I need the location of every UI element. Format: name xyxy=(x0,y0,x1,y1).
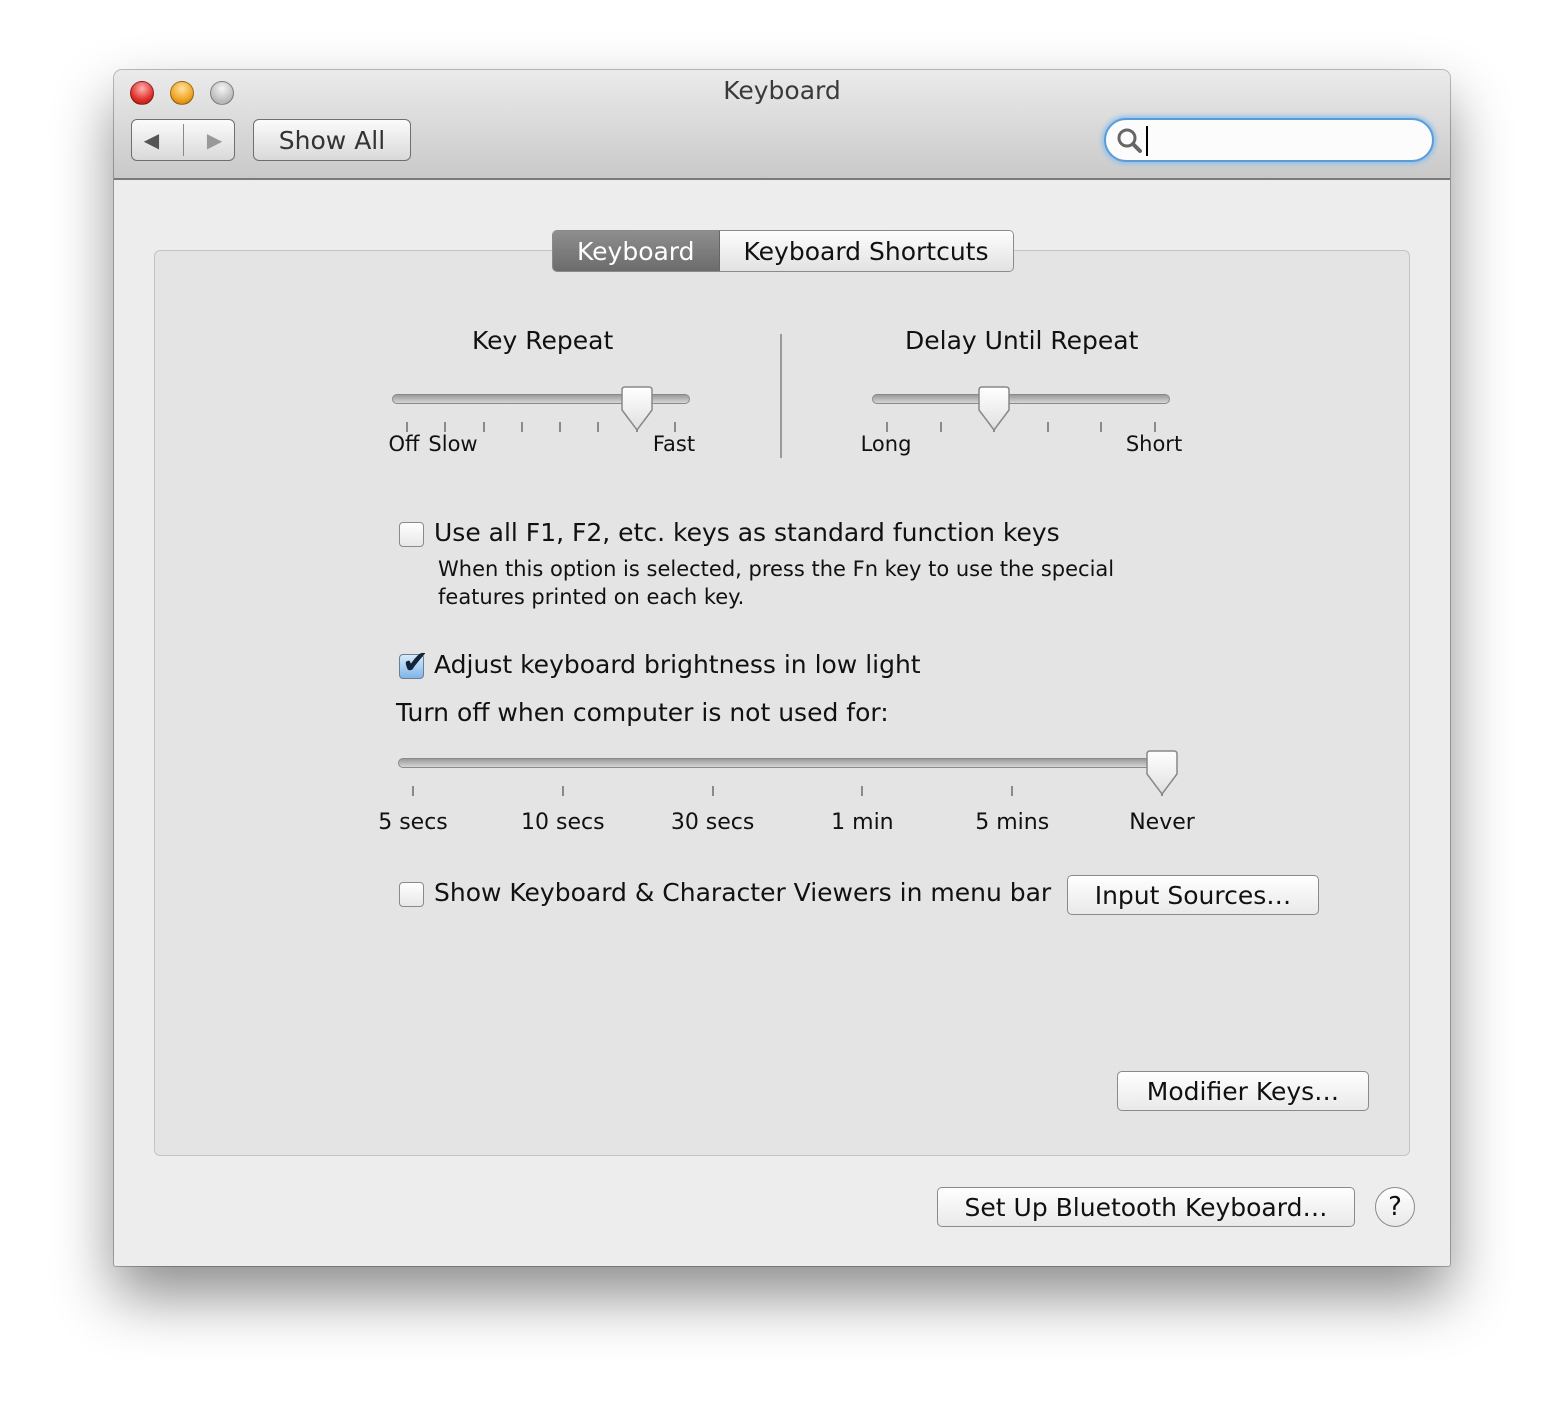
window-title: Keyboard xyxy=(723,76,841,105)
delay-label-long: Long xyxy=(860,432,912,456)
brightness-label: Adjust keyboard brightness in low light xyxy=(434,650,921,679)
slider-tick xyxy=(939,422,942,432)
delay-until-repeat-title: Delay Until Repeat xyxy=(905,326,1139,355)
turn-off-label: Turn off when computer is not used for: xyxy=(396,698,889,727)
tab-bar: Keyboard Keyboard Shortcuts xyxy=(552,230,1014,272)
help-button[interactable]: ? xyxy=(1375,1187,1415,1227)
set-up-bluetooth-keyboard-button[interactable]: Set Up Bluetooth Keyboard… xyxy=(937,1187,1355,1227)
show-viewers-label: Show Keyboard & Character Viewers in men… xyxy=(434,878,1052,907)
fn-keys-checkbox[interactable] xyxy=(399,522,424,547)
slider-tick xyxy=(482,422,485,432)
slider-tick xyxy=(444,422,447,432)
turn-off-tick-label: 5 mins xyxy=(975,810,1050,835)
turn-off-slider[interactable] xyxy=(398,750,1178,810)
slider-tick xyxy=(1011,786,1014,796)
checkmark-icon: ✔ xyxy=(402,643,429,681)
turn-off-tick-label: Never xyxy=(1129,810,1195,835)
slider-track[interactable] xyxy=(398,758,1177,768)
key-repeat-title: Key Repeat xyxy=(472,326,614,355)
slider-thumb[interactable] xyxy=(620,386,653,432)
forward-arrow-icon[interactable]: ▶ xyxy=(207,128,222,152)
turn-off-tick-label: 1 min xyxy=(831,810,894,835)
slider-tick xyxy=(1046,422,1049,432)
slider-track[interactable] xyxy=(872,394,1170,404)
slider-tick xyxy=(412,786,414,796)
tab-keyboard-shortcuts[interactable]: Keyboard Shortcuts xyxy=(719,231,1013,271)
turn-off-tick-label: 30 secs xyxy=(670,810,755,835)
slider-tick xyxy=(559,422,562,432)
slider-tick xyxy=(1154,422,1156,432)
back-arrow-icon[interactable]: ◀ xyxy=(144,128,159,152)
slider-tick xyxy=(674,422,676,432)
slider-tick xyxy=(1100,422,1103,432)
fn-keys-description-2: features printed on each key. xyxy=(438,585,745,609)
back-forward-control: ◀ ▶ xyxy=(131,119,235,161)
slider-tick xyxy=(520,422,523,432)
key-repeat-label-slow: Slow xyxy=(428,432,478,456)
fn-keys-description: When this option is selected, press the … xyxy=(438,557,1115,581)
turn-off-tick-label: 10 secs xyxy=(521,810,605,835)
slider-thumb[interactable] xyxy=(1146,750,1178,796)
turn-off-tick-label: 5 secs xyxy=(378,810,448,835)
slider-tick xyxy=(561,786,564,796)
slider-tick xyxy=(886,422,888,432)
divider xyxy=(780,334,782,458)
slider-tick xyxy=(711,786,714,796)
modifier-keys-button[interactable]: Modifier Keys… xyxy=(1117,1071,1369,1111)
slider-tick xyxy=(861,786,864,796)
slider-tick xyxy=(406,422,408,432)
fn-keys-label: Use all F1, F2, etc. keys as standard fu… xyxy=(434,518,1060,547)
slider-tick xyxy=(597,422,600,432)
key-repeat-label-fast: Fast xyxy=(652,432,696,456)
brightness-checkbox[interactable]: ✔ xyxy=(399,643,429,681)
search-input[interactable] xyxy=(1104,118,1434,162)
show-viewers-checkbox[interactable] xyxy=(399,882,424,907)
slider-thumb[interactable] xyxy=(978,386,1010,432)
keyboard-preferences-window: Keyboard ◀ ▶ Show All Keyboard Keyboard … xyxy=(114,70,1450,1266)
title-bar: Keyboard ◀ ▶ Show All xyxy=(114,70,1450,180)
tab-keyboard[interactable]: Keyboard xyxy=(553,231,720,271)
input-sources-button[interactable]: Input Sources… xyxy=(1067,875,1319,915)
text-cursor xyxy=(1146,126,1148,156)
divider xyxy=(182,124,184,156)
show-all-button[interactable]: Show All xyxy=(253,119,411,161)
key-repeat-label-off: Off xyxy=(388,432,420,456)
delay-label-short: Short xyxy=(1125,432,1183,456)
search-icon xyxy=(1117,128,1142,153)
